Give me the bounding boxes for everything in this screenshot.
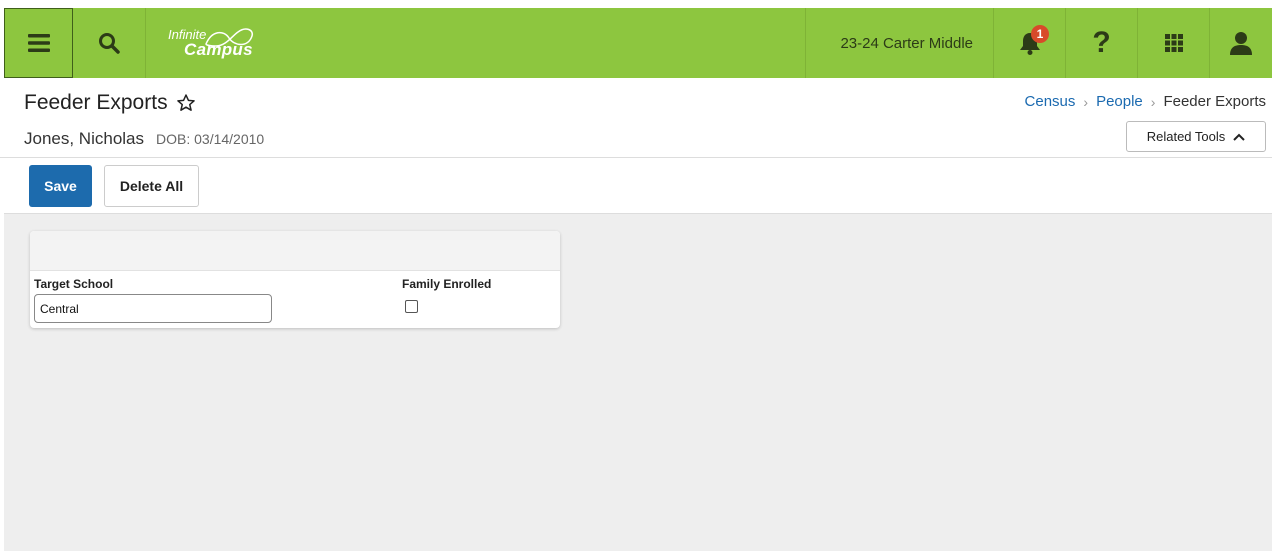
star-outline-icon[interactable] [176,93,196,113]
chevron-up-icon [1233,133,1245,141]
help-button[interactable]: ? [1066,8,1138,78]
delete-all-button[interactable]: Delete All [104,165,199,207]
breadcrumb-census[interactable]: Census [1025,93,1076,110]
notifications-button[interactable]: 1 [994,8,1066,78]
related-tools-label: Related Tools [1146,129,1226,144]
user-icon [1230,32,1252,55]
hamburger-menu-icon [27,34,50,52]
family-enrolled-label: Family Enrolled [402,277,492,291]
search-button[interactable] [73,8,146,78]
apps-grid-icon [1164,34,1183,52]
user-account-button[interactable] [1210,8,1272,78]
top-navigation-bar: Infinite Campus 23-24 Carter Middle 1 ? [4,8,1272,78]
feeder-export-card: Target School Family Enrolled [30,231,560,328]
person-header: Jones, Nicholas DOB: 03/14/2010 [24,129,264,149]
save-button[interactable]: Save [29,165,92,207]
notification-count-badge: 1 [1031,25,1049,43]
breadcrumb-people[interactable]: People [1096,93,1143,110]
page-title: Feeder Exports [24,91,196,115]
target-school-label: Target School [34,277,114,291]
breadcrumb-current: Feeder Exports [1163,93,1266,110]
search-icon [99,33,120,54]
main-menu-button[interactable] [4,8,73,78]
header-divider [0,157,1272,158]
related-tools-button[interactable]: Related Tools [1126,121,1266,152]
page-title-text: Feeder Exports [24,91,168,114]
chevron-right-icon: › [1083,93,1089,110]
person-name: Jones, Nicholas [24,129,145,148]
school-year-label: 23-24 Carter Middle [840,34,973,52]
family-enrolled-checkbox[interactable] [405,300,418,313]
chevron-right-icon: › [1150,93,1156,110]
help-icon: ? [1092,26,1111,59]
logo-infinity-icon [205,28,254,47]
content-area: Target School Family Enrolled [4,213,1272,551]
breadcrumb: Census › People › Feeder Exports [1025,93,1266,110]
infinite-campus-logo[interactable]: Infinite Campus [146,8,296,78]
apps-button[interactable] [1138,8,1210,78]
person-dob: DOB: 03/14/2010 [156,131,265,147]
card-header [30,231,560,271]
target-school-input[interactable] [34,294,272,323]
school-year-selector[interactable]: 23-24 Carter Middle [805,8,994,78]
